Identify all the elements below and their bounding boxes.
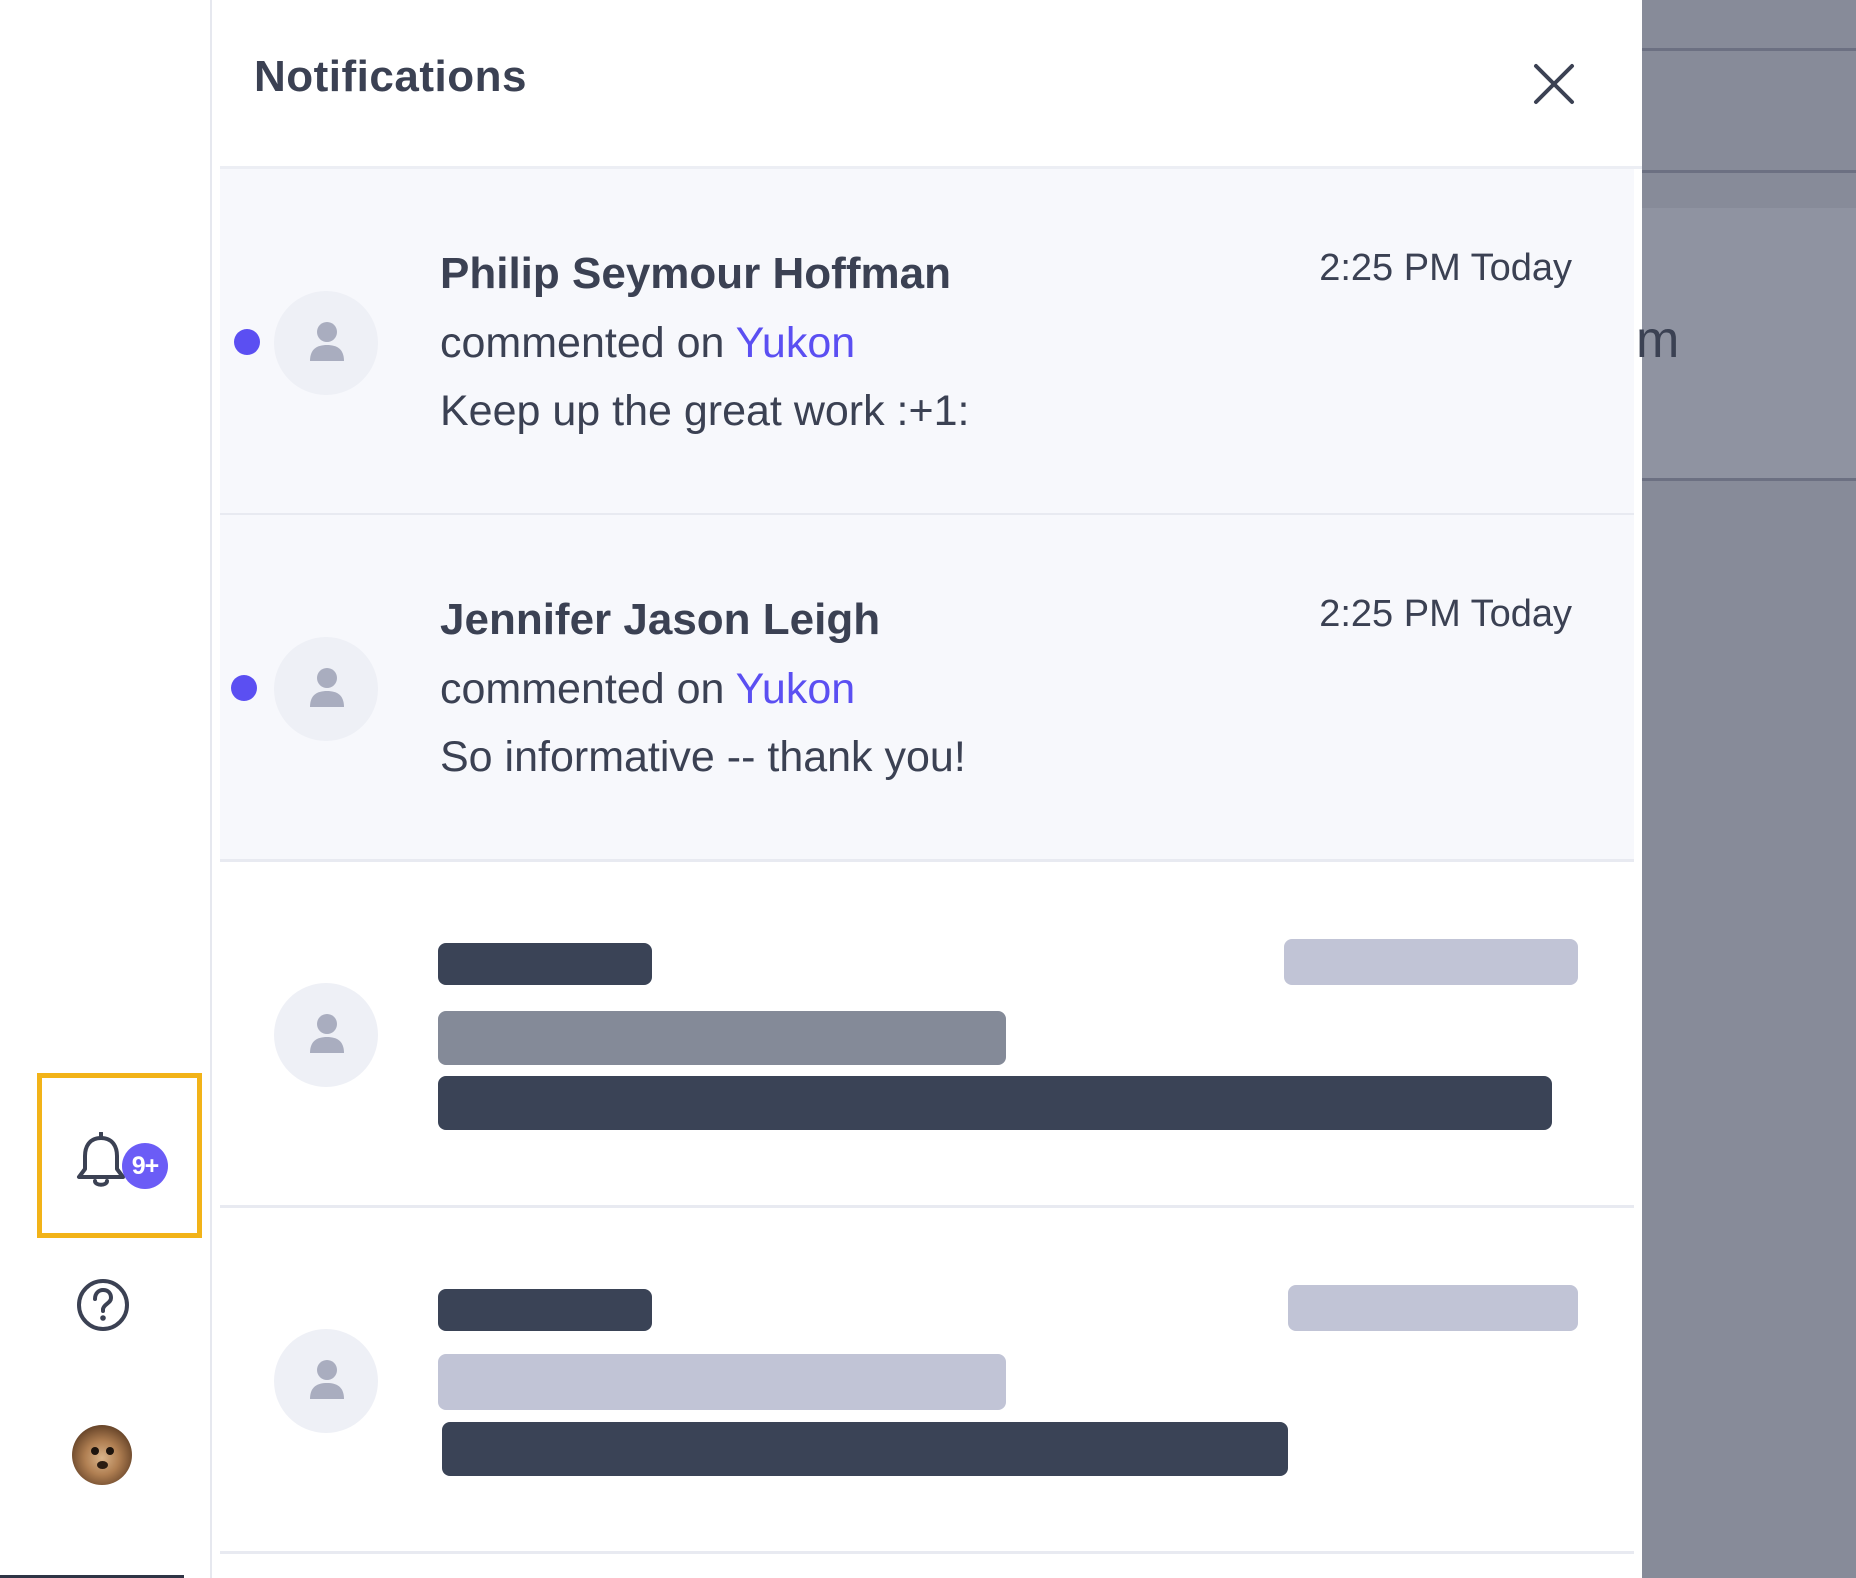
skeleton-bar [438, 1354, 1006, 1410]
left-nav-rail: 9+ [0, 0, 212, 1578]
notification-author: Jennifer Jason Leigh [440, 595, 881, 644]
notification-item[interactable]: Philip Seymour Hoffman 2:25 PM Today com… [220, 169, 1634, 516]
user-icon [310, 1014, 344, 1053]
item-divider [220, 1551, 1634, 1554]
notification-action: commented on Yukon [440, 319, 855, 368]
backdrop-text: m [1636, 311, 1680, 369]
unread-dot [231, 675, 257, 701]
backdrop-line [1642, 170, 1856, 173]
action-text: commented on [440, 665, 725, 713]
user-icon [310, 1360, 344, 1399]
notification-action: commented on Yukon [440, 665, 855, 714]
target-link[interactable]: Yukon [736, 665, 856, 713]
avatar-placeholder [274, 1329, 378, 1433]
skeleton-bar [442, 1422, 1288, 1476]
skeleton-notification [220, 1207, 1634, 1554]
notification-comment: So informative -- thank you! [440, 733, 966, 781]
skeleton-bar [438, 1011, 1006, 1065]
app-screen: 9+ Notifications Philip Seymour Hoffman … [0, 0, 1856, 1578]
help-button[interactable] [76, 1278, 130, 1332]
notification-item[interactable]: Jennifer Jason Leigh 2:25 PM Today comme… [220, 515, 1634, 862]
dimmed-backdrop[interactable]: m [1636, 0, 1856, 1578]
notifications-button[interactable]: 9+ [74, 1132, 170, 1198]
help-circle-icon [77, 1279, 129, 1331]
close-button[interactable] [1532, 62, 1576, 106]
skeleton-notification [220, 861, 1634, 1208]
close-icon [1534, 64, 1574, 104]
avatar-placeholder [274, 291, 378, 395]
user-icon [310, 322, 344, 361]
skeleton-bar [438, 1076, 1552, 1130]
skeleton-bar [438, 943, 652, 985]
user-icon [310, 668, 344, 707]
notification-time: 2:25 PM Today [1319, 593, 1572, 635]
avatar-placeholder [274, 637, 378, 741]
notifications-panel: Notifications Philip Seymour Hoffman 2:2… [214, 0, 1642, 1578]
unread-dot [234, 329, 260, 355]
action-text: commented on [440, 319, 725, 367]
backdrop-line [1642, 48, 1856, 51]
skeleton-bar [1284, 939, 1578, 985]
backdrop-line [1642, 478, 1856, 481]
notification-author: Philip Seymour Hoffman [440, 249, 951, 298]
notification-time: 2:25 PM Today [1319, 247, 1572, 289]
user-avatar[interactable] [72, 1425, 132, 1485]
bell-icon [77, 1132, 125, 1187]
notification-count-badge: 9+ [122, 1143, 168, 1189]
avatar-placeholder [274, 983, 378, 1087]
panel-title: Notifications [254, 52, 527, 101]
target-link[interactable]: Yukon [736, 319, 856, 367]
notification-comment: Keep up the great work :+1: [440, 387, 970, 435]
skeleton-bar [1288, 1285, 1578, 1331]
skeleton-bar [438, 1289, 652, 1331]
